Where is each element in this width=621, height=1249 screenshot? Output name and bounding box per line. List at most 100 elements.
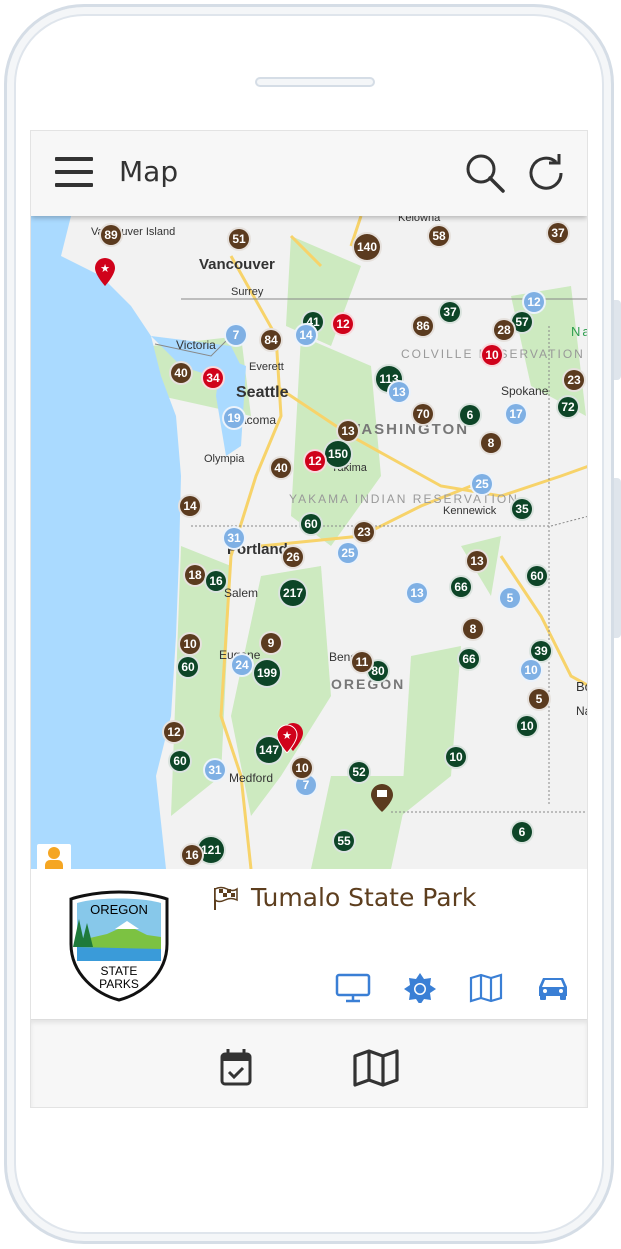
checkered-flag-icon <box>214 886 238 910</box>
cluster-marker-blue[interactable]: 17 <box>504 402 528 426</box>
map-label-surrey: Surrey <box>231 286 264 298</box>
map-label-washington: WASHINGTON <box>346 421 470 438</box>
cluster-marker-green[interactable]: 60 <box>299 512 323 536</box>
map-label-seattle: Seattle <box>236 384 289 401</box>
map-label-vancouver: Vancouver <box>199 256 275 273</box>
cluster-marker-brown[interactable]: 84 <box>259 328 283 352</box>
search-icon[interactable] <box>463 151 507 195</box>
monitor-icon[interactable] <box>335 973 371 1003</box>
cluster-marker-brown[interactable]: 9 <box>259 631 283 655</box>
cluster-marker-blue[interactable]: 13 <box>387 380 411 404</box>
cluster-marker-red[interactable]: 12 <box>303 449 327 473</box>
app-header: Map <box>31 131 587 216</box>
cluster-marker-brown[interactable]: 13 <box>465 549 489 573</box>
cluster-marker-brown[interactable]: 70 <box>411 402 435 426</box>
cluster-marker-brown[interactable]: 28 <box>492 318 516 342</box>
cluster-marker-green[interactable]: 35 <box>510 497 534 521</box>
cluster-marker-brown[interactable]: 8 <box>479 431 503 455</box>
street-view-pegman-icon[interactable] <box>37 844 71 869</box>
phone-side-button <box>614 478 621 638</box>
cluster-marker-red[interactable]: 10 <box>480 343 504 367</box>
cluster-marker-brown[interactable]: 89 <box>99 223 123 247</box>
svg-text:★: ★ <box>100 262 110 275</box>
cluster-marker-blue[interactable]: 5 <box>498 586 522 610</box>
map-label-spokane: Spokane <box>501 384 549 398</box>
park-title[interactable]: Tumalo State Park <box>213 883 476 912</box>
cluster-marker-brown[interactable]: 40 <box>269 456 293 480</box>
cluster-marker-brown[interactable]: 11 <box>350 650 374 674</box>
cluster-marker-green[interactable]: 199 <box>252 658 282 688</box>
logo-text-state: STATE <box>101 964 138 978</box>
cluster-marker-blue[interactable]: 25 <box>336 541 360 565</box>
map-label-everett: Everett <box>249 361 284 373</box>
cluster-marker-blue[interactable]: 31 <box>222 526 246 550</box>
cluster-marker-brown[interactable]: 10 <box>178 632 202 656</box>
cluster-marker-blue[interactable]: 14 <box>294 323 318 347</box>
cluster-marker-blue[interactable]: 19 <box>222 406 246 430</box>
phone-speaker <box>255 77 375 87</box>
cluster-marker-green[interactable]: 55 <box>332 829 356 853</box>
ocean <box>31 216 181 869</box>
cluster-marker-green[interactable]: 66 <box>457 647 481 671</box>
cluster-marker-brown[interactable]: 10 <box>290 756 314 780</box>
calendar-check-icon[interactable] <box>219 1048 253 1086</box>
cluster-marker-blue[interactable]: 10 <box>519 658 543 682</box>
cluster-marker-green[interactable]: 6 <box>510 820 534 844</box>
cluster-marker-green[interactable]: 150 <box>323 439 353 469</box>
cluster-marker-blue[interactable]: 7 <box>224 323 248 347</box>
cluster-marker-blue[interactable]: 24 <box>230 653 254 677</box>
cluster-marker-brown[interactable]: 58 <box>427 224 451 248</box>
map-label-kennewick: Kennewick <box>443 505 497 517</box>
cluster-marker-brown[interactable]: 23 <box>562 368 586 392</box>
cluster-marker-green[interactable]: 6 <box>458 403 482 427</box>
map-label-boise: Bo <box>576 679 587 694</box>
park-flag-pin-icon[interactable] <box>371 784 393 812</box>
refresh-icon[interactable] <box>525 151 569 195</box>
cluster-marker-green[interactable]: 60 <box>176 655 200 679</box>
sun-icon[interactable] <box>402 973 438 1003</box>
cluster-marker-brown[interactable]: 8 <box>461 617 485 641</box>
car-icon[interactable] <box>535 973 571 1003</box>
cluster-marker-blue[interactable]: 25 <box>470 472 494 496</box>
map-label-na: Na <box>571 324 587 339</box>
cluster-marker-brown[interactable]: 12 <box>162 720 186 744</box>
cluster-marker-green[interactable]: 217 <box>278 578 308 608</box>
favorite-star-pin-icon[interactable]: ★ <box>95 258 115 286</box>
cluster-marker-brown[interactable]: 23 <box>352 520 376 544</box>
cluster-marker-red[interactable]: 34 <box>201 366 225 390</box>
cluster-marker-green[interactable]: 52 <box>347 760 371 784</box>
park-info-card[interactable]: OREGON STATE PARKS Tumalo State Park <box>31 869 587 1019</box>
hamburger-icon[interactable] <box>55 157 93 187</box>
cluster-marker-brown[interactable]: 37 <box>546 221 570 245</box>
cluster-marker-green[interactable]: 72 <box>556 395 580 419</box>
cluster-marker-brown[interactable]: 140 <box>352 232 382 262</box>
cluster-marker-blue[interactable]: 31 <box>203 758 227 782</box>
svg-text:★: ★ <box>282 729 292 742</box>
cluster-marker-green[interactable]: 10 <box>444 745 468 769</box>
map-icon[interactable] <box>468 973 504 1003</box>
cluster-marker-brown[interactable]: 5 <box>527 687 551 711</box>
cluster-marker-green[interactable]: 37 <box>438 300 462 324</box>
map-label-salem: Salem <box>224 586 259 600</box>
map-view[interactable]: Vancouver Island Kelowna Vancouver Surrey Vi… <box>31 216 587 869</box>
cluster-marker-green[interactable]: 16 <box>204 569 228 593</box>
cluster-marker-red[interactable]: 12 <box>331 312 355 336</box>
cluster-marker-green[interactable]: 60 <box>168 749 192 773</box>
cluster-marker-green[interactable]: 66 <box>449 575 473 599</box>
cluster-marker-brown[interactable]: 16 <box>180 843 204 867</box>
cluster-marker-brown[interactable]: 51 <box>227 227 251 251</box>
favorite-star-pin-icon[interactable]: ★ <box>277 723 303 753</box>
map-icon[interactable] <box>352 1048 400 1088</box>
map-label-olympia: Olympia <box>204 453 245 465</box>
map-label-kelowna: Kelowna <box>398 216 441 224</box>
cluster-marker-brown[interactable]: 14 <box>178 494 202 518</box>
park-name: Tumalo State Park <box>251 883 477 912</box>
cluster-marker-brown[interactable]: 86 <box>411 314 435 338</box>
map-label-nampa: Nampa <box>576 704 587 718</box>
cluster-marker-brown[interactable]: 40 <box>169 361 193 385</box>
cluster-marker-blue[interactable]: 13 <box>405 581 429 605</box>
cluster-marker-brown[interactable]: 26 <box>281 545 305 569</box>
cluster-marker-green[interactable]: 60 <box>525 564 549 588</box>
cluster-marker-green[interactable]: 10 <box>515 714 539 738</box>
logo-text-oregon: OREGON <box>90 902 148 917</box>
